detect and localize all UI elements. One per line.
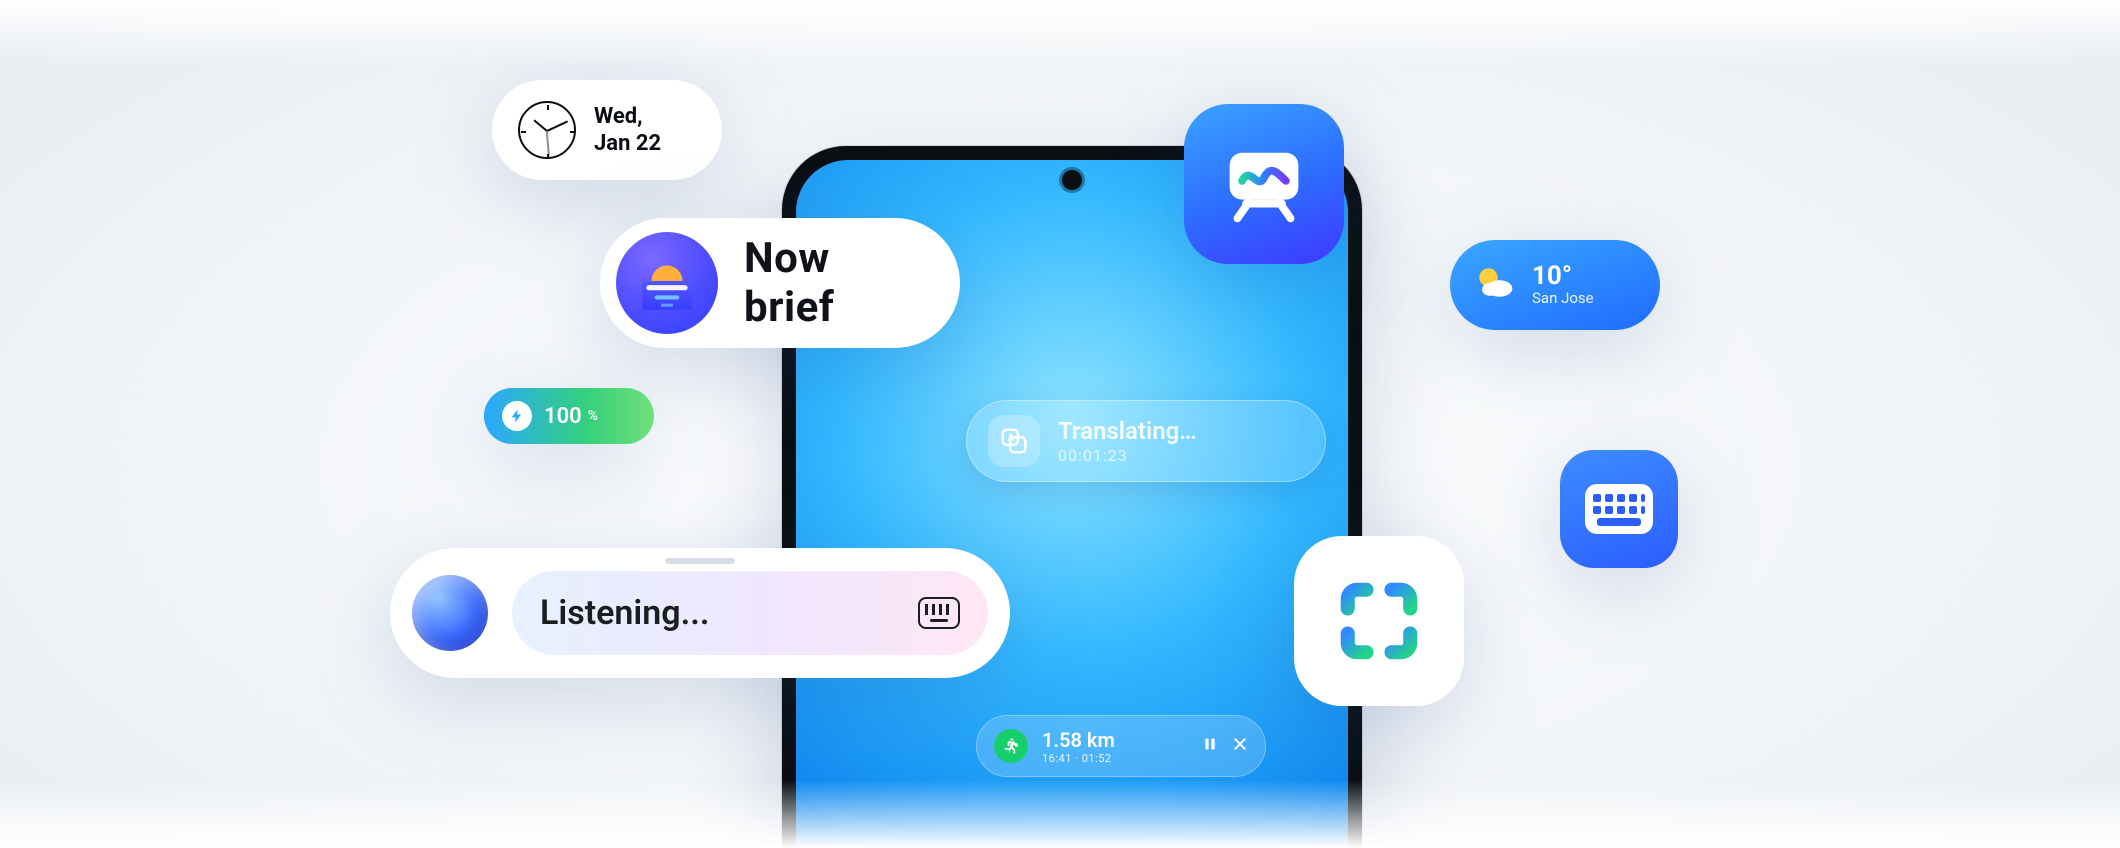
date-day: Jan 22 — [594, 130, 661, 158]
battery-unit: % — [588, 408, 598, 424]
translating-title: Translating… — [1058, 417, 1197, 446]
scan-card[interactable] — [1294, 536, 1464, 706]
bolt-icon — [502, 401, 532, 431]
pause-icon[interactable] — [1202, 736, 1218, 757]
translating-text: Translating… 00:01:23 — [1058, 417, 1197, 465]
assistant-input[interactable]: Listening... — [512, 571, 988, 655]
now-brief-card[interactable]: Now brief — [600, 218, 960, 348]
keyboard-icon[interactable] — [918, 597, 960, 629]
drag-handle[interactable] — [665, 558, 735, 564]
clock-icon — [518, 101, 576, 159]
assistant-status-text: Listening... — [540, 593, 710, 633]
runner-icon — [994, 729, 1028, 763]
translate-icon: A — [988, 415, 1040, 467]
sunset-icon — [616, 232, 718, 334]
running-distance: 1.58 km — [1042, 728, 1115, 752]
weather-text: 10° San Jose — [1532, 263, 1594, 307]
svg-text:A: A — [1008, 433, 1015, 444]
running-chip[interactable]: 1.58 km 16:41 · 01:52 — [976, 715, 1266, 777]
weather-temp: 10° — [1532, 263, 1594, 289]
close-icon[interactable] — [1232, 736, 1248, 757]
translating-chip[interactable]: A Translating… 00:01:23 — [966, 400, 1326, 482]
translating-timer: 00:01:23 — [1058, 446, 1197, 465]
whiteboard-app-icon[interactable] — [1184, 104, 1344, 264]
bixby-orb-icon — [412, 575, 488, 651]
scan-frame-icon — [1329, 571, 1429, 671]
assistant-listening-bar[interactable]: Listening... — [390, 548, 1010, 678]
clock-date-card[interactable]: Wed, Jan 22 — [492, 80, 722, 180]
keyboard-app-icon[interactable] — [1560, 450, 1678, 568]
running-sub: 16:41 · 01:52 — [1042, 752, 1115, 765]
date-text: Wed, Jan 22 — [594, 103, 661, 158]
date-weekday: Wed, — [594, 103, 661, 131]
weather-chip[interactable]: 10° San Jose — [1450, 240, 1660, 330]
sun-cloud-icon — [1472, 261, 1516, 309]
front-camera — [1062, 170, 1082, 190]
battery-chip[interactable]: 100% — [484, 388, 654, 444]
weather-city: San Jose — [1532, 289, 1594, 307]
battery-value: 100 — [544, 404, 582, 429]
running-text: 1.58 km 16:41 · 01:52 — [1042, 728, 1115, 765]
promo-stage: A Translating… 00:01:23 1.58 km 16:41 · … — [0, 0, 2120, 848]
now-brief-label: Now brief — [744, 234, 930, 332]
